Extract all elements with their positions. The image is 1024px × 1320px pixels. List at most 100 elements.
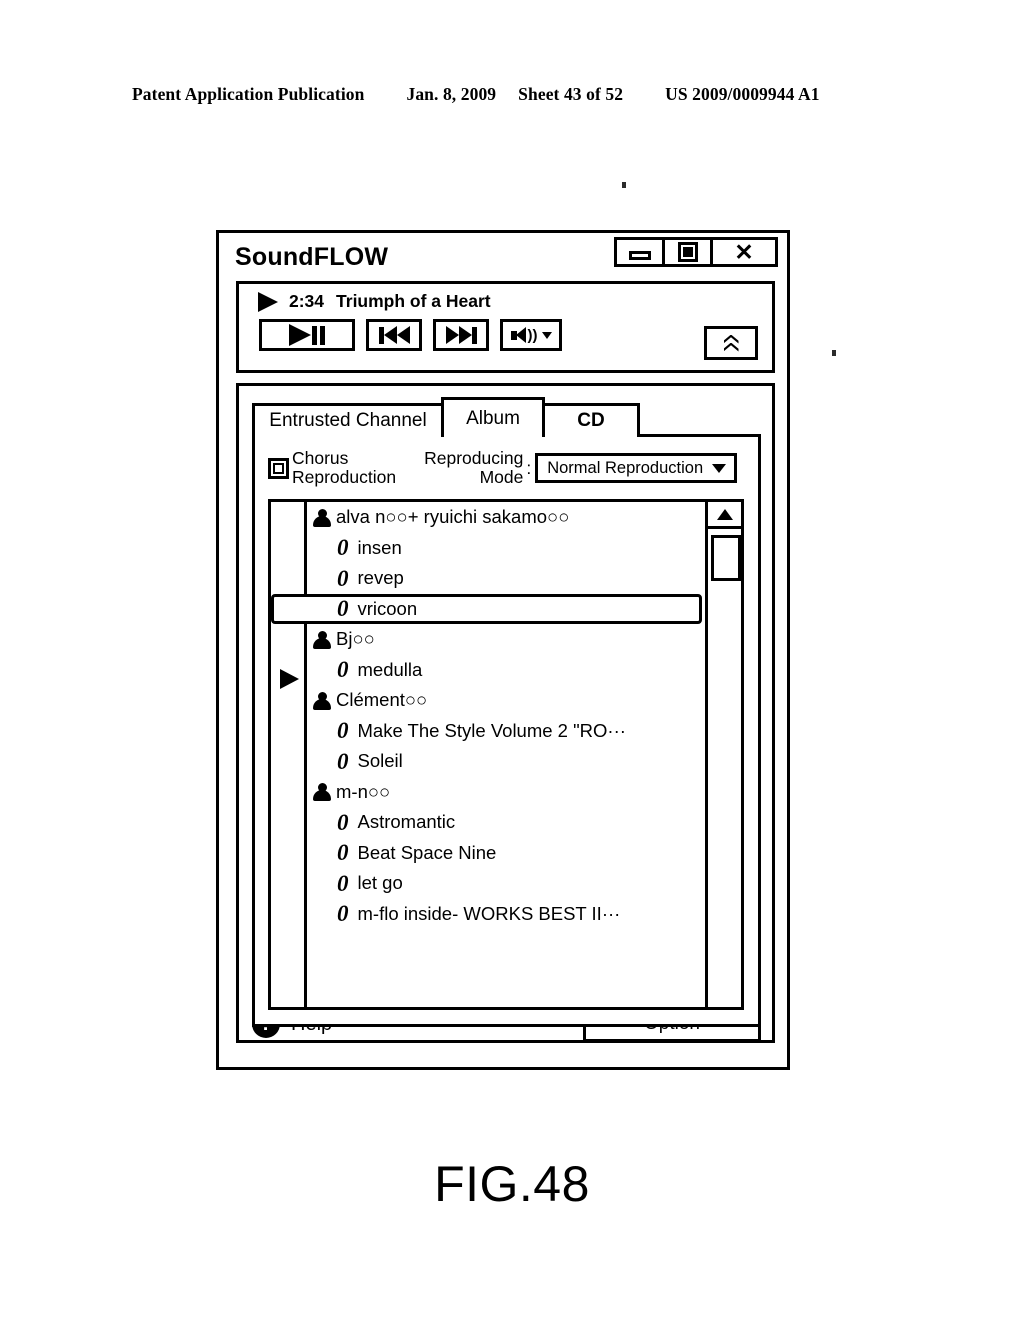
album-listbox[interactable]: alva n○○+ ryuichi sakamo○○ 0 insen 0 rev… [268,499,744,1010]
disc-icon: 0 [337,748,349,774]
list-item-album[interactable]: 0 let go [307,868,705,899]
list-item-label: insen [357,536,402,558]
patent-page-header: Patent Application Publication Jan. 8, 2… [132,84,892,105]
disc-icon: 0 [337,840,349,866]
vertical-scrollbar[interactable] [705,502,741,1007]
options-row: Chorus Reproduction Reproducing Mode : N… [255,437,758,489]
list-item-artist[interactable]: Clément○○ [307,685,705,716]
tab-album[interactable]: Album [441,397,545,441]
list-item-album[interactable]: 0 revep [307,563,705,594]
list-item-album[interactable]: 0 Astromantic [307,807,705,838]
chorus-reproduction-label: Chorus Reproduction [292,449,396,487]
player-panel: 2:34 Triumph of a Heart)) [236,281,775,373]
transport-controls: )) [239,312,772,351]
minimize-icon [628,250,651,260]
maximize-button[interactable] [665,240,713,264]
list-item-label: revep [357,567,404,589]
previous-track-icon [378,326,410,344]
repmode-label-line2: Mode [479,467,524,487]
scan-speck [832,350,836,356]
play-pause-icon [289,324,325,346]
repmode-separator: : [526,457,532,478]
disc-icon: 0 [337,870,349,896]
list-item-album-selected[interactable]: 0 vricoon [271,593,705,624]
playback-time: 2:34 [289,291,325,311]
play-pause-button[interactable] [259,319,355,351]
list-main: alva n○○+ ryuichi sakamo○○ 0 insen 0 rev… [271,502,705,1007]
tab-body-album: Chorus Reproduction Reproducing Mode : N… [252,434,761,1027]
list-item-label: let go [357,872,403,894]
maximize-icon [677,242,698,262]
list-item-album[interactable]: 0 medulla [307,655,705,686]
person-icon [313,630,331,649]
list-item-label: Bj○○ [336,628,375,650]
scroll-up-button[interactable] [708,502,741,529]
list-item-artist[interactable]: alva n○○+ ryuichi sakamo○○ [307,502,705,533]
patent-number: US 2009/0009944 A1 [665,84,820,104]
list-item-label: m-flo inside- WORKS BEST II··· [357,902,621,924]
next-track-icon [445,326,477,344]
tab-label: Entrusted Channel [269,409,427,431]
publication-label: Patent Application Publication [132,84,365,104]
list-item-label: Astromantic [357,811,456,833]
tab-label: Album [466,407,520,429]
reproducing-mode-value: Normal Reproduction [547,458,704,477]
list-item-label: Clément○○ [336,689,428,711]
tab-entrusted-channel[interactable]: Entrusted Channel [252,403,444,437]
reproducing-mode-label: Reproducing Mode [424,449,523,487]
checkbox-icon [268,457,289,479]
list-item-label: Soleil [357,750,403,772]
list-item-label: m-n○○ [336,780,391,802]
close-button[interactable]: ✕ [713,240,775,264]
volume-button[interactable]: )) [500,319,562,351]
disc-icon: 0 [337,718,349,744]
now-playing-row: 2:34 Triumph of a Heart [239,284,772,312]
selection-highlight [271,593,702,624]
list-item-label: vricoon [357,597,418,619]
list-item-artist[interactable]: Bj○○ [307,624,705,655]
disc-icon: 0 [337,565,349,591]
window-titlebar: SoundFLOW ✕ [219,233,787,281]
figure-caption: FIG.48 [434,1156,590,1212]
sheet-number: Sheet 43 of 52 [518,84,624,104]
window-controls: ✕ [614,237,778,267]
chorus-reproduction-checkbox[interactable]: Chorus Reproduction [268,449,396,487]
minimize-button[interactable] [617,240,665,264]
next-track-button[interactable] [433,319,489,351]
collapse-panel-button[interactable] [704,326,758,360]
previous-track-button[interactable] [366,319,422,351]
disc-icon: 0 [337,596,349,622]
person-icon [313,691,331,710]
list-item-album[interactable]: 0 insen [307,533,705,564]
list-rows: alva n○○+ ryuichi sakamo○○ 0 insen 0 rev… [271,502,705,1007]
list-item-label: alva n○○+ ryuichi sakamo○○ [336,506,570,528]
disc-icon: 0 [337,809,349,835]
double-chevron-up-icon [723,334,739,352]
person-icon [313,782,331,802]
now-playing-marker-icon [280,669,299,689]
list-item-album[interactable]: 0 Make The Style Volume 2 "RO··· [307,716,705,747]
chorus-label-line1: Chorus [292,448,349,468]
list-gutter [271,502,307,1007]
close-icon: ✕ [734,238,754,265]
play-status-icon [258,291,278,312]
app-title: SoundFLOW [235,242,389,271]
reproducing-mode-dropdown[interactable]: Normal Reproduction [535,453,738,483]
list-item-album[interactable]: 0 m-flo inside- WORKS BEST II··· [307,899,705,930]
repmode-label-line1: Reproducing [424,448,524,468]
tab-cd[interactable]: CD [542,403,640,437]
list-item-album[interactable]: 0 Beat Space Nine [307,838,705,869]
list-item-label: Make The Style Volume 2 "RO··· [357,719,626,741]
disc-icon: 0 [337,535,349,561]
tab-strip: Entrusted Channel Album CD [252,397,772,441]
tab-label: CD [577,409,605,431]
content-panel: Entrusted Channel Album CD Chorus Reprod… [236,383,775,1043]
scrollbar-thumb[interactable] [711,535,741,581]
list-item-label: Beat Space Nine [357,841,497,863]
scroll-up-arrow-icon [716,508,733,520]
list-item-album[interactable]: 0 Soleil [307,746,705,777]
list-item-artist[interactable]: m-n○○ [307,777,705,808]
track-title: Triumph of a Heart [336,291,491,311]
publication-date: Jan. 8, 2009 [406,84,497,104]
volume-caret-icon [541,331,552,339]
